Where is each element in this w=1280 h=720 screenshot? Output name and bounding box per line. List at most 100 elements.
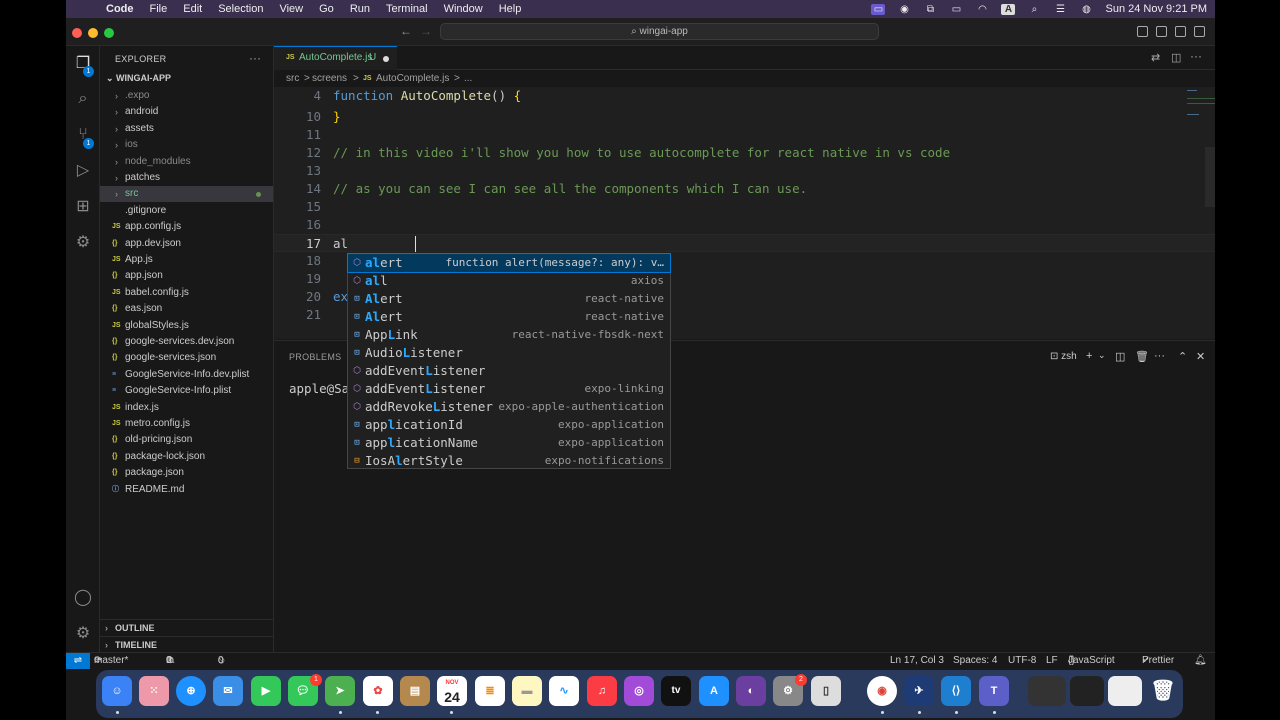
breadcrumb-file[interactable]: AutoComplete.js xyxy=(376,71,449,87)
breadcrumb-screens[interactable]: screens xyxy=(312,71,347,87)
suggestion-item[interactable]: ⬡ addEventListener xyxy=(348,362,670,380)
facetime-icon[interactable]: ▶ xyxy=(251,676,281,706)
finder-icon[interactable]: ☺ xyxy=(102,676,132,706)
music-icon[interactable]: ♫ xyxy=(587,676,617,706)
close-panel-icon[interactable]: ✕ xyxy=(1196,350,1205,363)
file-item[interactable]: ≡ GoogleService-Info.plist xyxy=(100,383,273,399)
menu-edit[interactable]: Edit xyxy=(183,3,202,15)
folder-item[interactable]: › .expo xyxy=(100,88,273,104)
timeline-section[interactable]: › TIMELINE xyxy=(100,636,273,653)
close-window-button[interactable] xyxy=(72,28,82,38)
extensions-icon[interactable]: ⊞ xyxy=(73,197,93,217)
notes-folder-icon[interactable]: ▤ xyxy=(400,676,430,706)
toggle-primary-sidebar-icon[interactable] xyxy=(1137,26,1148,37)
file-item[interactable]: JS globalStyles.js xyxy=(100,318,273,334)
freeform-icon[interactable]: ∿ xyxy=(549,676,579,706)
wifi-icon[interactable]: ◠ xyxy=(975,4,989,15)
suggestion-item[interactable]: ⊟ IosAlertStyle expo-notifications xyxy=(348,452,670,470)
file-item[interactable]: {} package.json xyxy=(100,465,273,481)
search-view-icon[interactable]: ⌕ xyxy=(73,89,93,109)
split-terminal-icon[interactable]: ◫ xyxy=(1115,350,1125,363)
outline-section[interactable]: › OUTLINE xyxy=(100,619,273,636)
forward-arrow-icon[interactable]: → xyxy=(420,24,432,38)
notifications-bell-icon[interactable]: 🔔︎ xyxy=(1194,653,1207,669)
indentation[interactable]: Spaces: 4 xyxy=(953,653,997,669)
folder-item[interactable]: › patches xyxy=(100,170,273,186)
github-desktop-icon[interactable]: ◐ xyxy=(736,676,766,706)
menubar-clock[interactable]: Sun 24 Nov 9:21 PM xyxy=(1105,3,1207,15)
toggle-secondary-sidebar-icon[interactable] xyxy=(1175,26,1186,37)
reminders-icon[interactable]: ≣ xyxy=(475,676,505,706)
explorer-more-actions[interactable]: ··· xyxy=(249,51,261,65)
file-item[interactable]: JS index.js xyxy=(100,400,273,416)
tab-problems[interactable]: PROBLEMS xyxy=(289,352,341,362)
file-item[interactable]: {} eas.json xyxy=(100,301,273,317)
suggestion-item[interactable]: ⊡ applicationId expo-application xyxy=(348,416,670,434)
breadcrumb-symbols[interactable]: ... xyxy=(464,71,472,87)
cursor-position[interactable]: Ln 17, Col 3 xyxy=(890,653,944,669)
file-item[interactable]: .gitignore xyxy=(100,203,273,219)
suggestion-item[interactable]: ⊡ Alert react-native xyxy=(348,290,670,308)
file-item[interactable]: {} google-services.dev.json xyxy=(100,334,273,350)
remote-explorer-icon[interactable]: ⚙ xyxy=(73,233,93,253)
run-debug-icon[interactable]: ▷ xyxy=(73,161,93,181)
file-item[interactable]: JS App.js xyxy=(100,252,273,268)
command-center-search[interactable]: ⌕ wingai-app xyxy=(440,23,879,40)
xcode-instruments-icon[interactable]: ✈ xyxy=(904,676,934,706)
file-item[interactable]: {} app.json xyxy=(100,268,273,284)
teams-icon[interactable]: T xyxy=(979,676,1009,706)
file-item[interactable]: {} old-pricing.json xyxy=(100,432,273,448)
file-item[interactable]: JS babel.config.js xyxy=(100,285,273,301)
file-item[interactable]: JS app.config.js xyxy=(100,219,273,235)
kill-terminal-icon[interactable]: 🗑 xyxy=(1135,350,1149,363)
document-thumbnail-icon[interactable] xyxy=(1108,676,1142,706)
remote-indicator-icon[interactable]: ⇌ xyxy=(66,653,90,669)
back-arrow-icon[interactable]: ← xyxy=(400,24,412,38)
input-source-icon[interactable]: A xyxy=(1001,3,1016,15)
launchpad-icon[interactable]: ⁙ xyxy=(139,676,169,706)
chrome-icon[interactable]: ◉ xyxy=(867,676,897,706)
maximize-panel-icon[interactable]: ⌃ xyxy=(1178,350,1187,363)
terminal-output[interactable]: apple@Sa xyxy=(289,381,349,396)
menu-window[interactable]: Window xyxy=(444,3,483,15)
folder-item[interactable]: › ios xyxy=(100,137,273,153)
tab-autocomplete-js[interactable]: JS AutoComplete.js U xyxy=(274,46,397,70)
accounts-icon[interactable]: ◯ xyxy=(73,588,93,608)
breadcrumb-src[interactable]: src xyxy=(286,71,299,87)
folder-item[interactable]: › src xyxy=(100,186,273,203)
unsaved-dot-icon[interactable] xyxy=(383,56,389,62)
menu-help[interactable]: Help xyxy=(499,3,522,15)
vscode-icon[interactable]: ⟨⟩ xyxy=(941,676,971,706)
menu-go[interactable]: Go xyxy=(319,3,334,15)
menu-view[interactable]: View xyxy=(279,3,303,15)
translate-icon[interactable]: ⧉ xyxy=(923,4,937,15)
minimize-window-button[interactable] xyxy=(88,28,98,38)
screen-mirroring-icon[interactable]: ▭ xyxy=(871,3,886,15)
spotlight-search-icon[interactable]: ⌕ xyxy=(1027,4,1041,15)
apple-tv-icon[interactable]: tv xyxy=(661,676,691,706)
podcasts-icon[interactable]: ◎ xyxy=(624,676,654,706)
new-terminal-icon[interactable]: + xyxy=(1086,350,1092,362)
suggestion-item[interactable]: ⊡ AppLink react-native-fbsdk-next xyxy=(348,326,670,344)
menu-selection[interactable]: Selection xyxy=(218,3,263,15)
app-store-icon[interactable]: A xyxy=(699,676,729,706)
menu-run[interactable]: Run xyxy=(350,3,370,15)
menu-file[interactable]: File xyxy=(150,3,168,15)
control-center-icon[interactable]: ☰ xyxy=(1053,4,1067,15)
file-item[interactable]: JS metro.config.js xyxy=(100,416,273,432)
battery-icon[interactable]: ▭ xyxy=(949,4,963,15)
chevron-down-icon[interactable]: ⌄ xyxy=(1098,350,1106,361)
file-item[interactable]: ⓘ README.md xyxy=(100,482,273,498)
mail-icon[interactable]: ✉ xyxy=(213,676,243,706)
open-changes-icon[interactable]: ⇄ xyxy=(1151,51,1160,64)
suggestion-item[interactable]: ⬡ addRevokeListener expo-apple-authenticat… xyxy=(348,398,670,416)
folder-item[interactable]: › node_modules xyxy=(100,154,273,170)
siri-icon[interactable]: ◍ xyxy=(1079,4,1093,15)
terminal-shell-selector[interactable]: ⊡ zsh xyxy=(1050,351,1077,362)
manage-gear-icon[interactable]: ⚙ xyxy=(73,624,93,644)
calendar-icon[interactable]: NOV 24 xyxy=(437,676,467,706)
customize-layout-icon[interactable] xyxy=(1194,26,1205,37)
folder-item[interactable]: › assets xyxy=(100,121,273,137)
workspace-root-folder[interactable]: ⌄ WINGAI-APP xyxy=(106,73,171,84)
split-editor-icon[interactable]: ◫ xyxy=(1171,51,1181,64)
